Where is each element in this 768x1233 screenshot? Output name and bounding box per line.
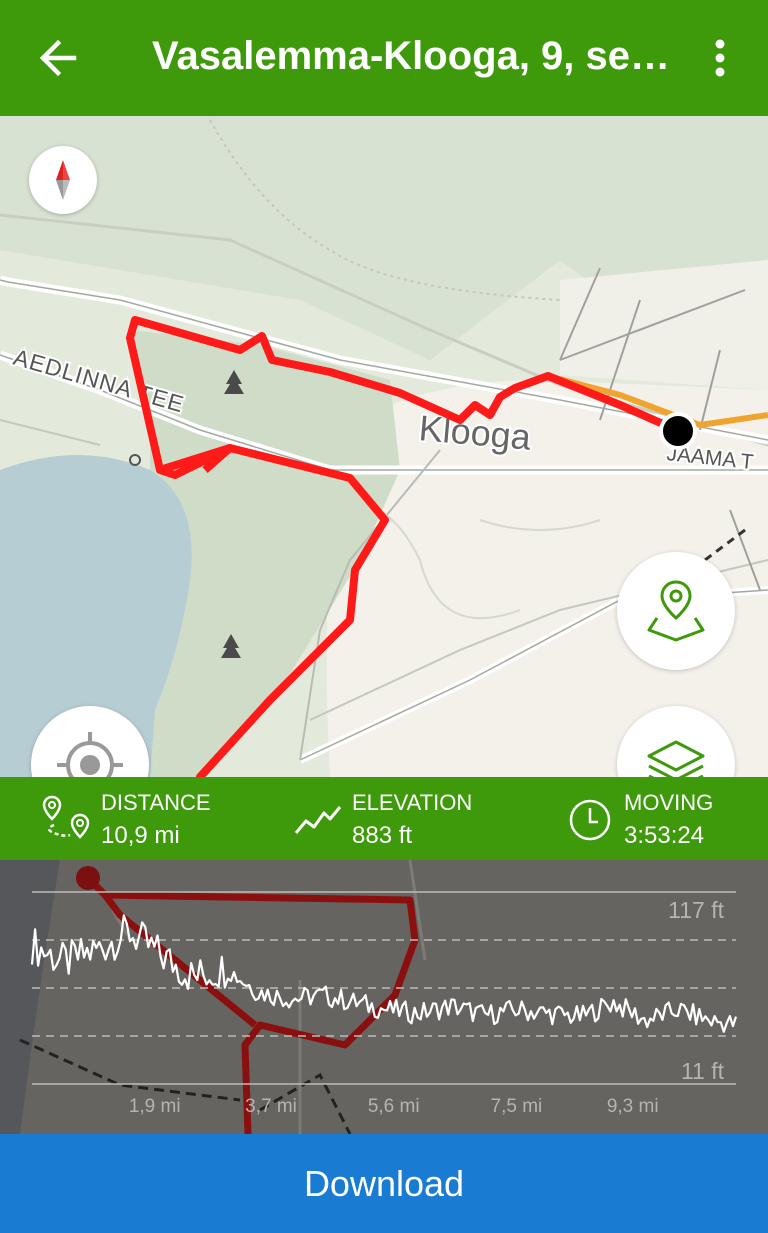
distance-value: 10,9 mi [101,822,180,849]
x-tick-label: 1,9 mi [129,1096,181,1117]
download-button[interactable]: Download [0,1134,768,1233]
crosshair-icon [57,732,123,777]
layers-button[interactable] [617,706,735,777]
x-tick-label: 3,7 mi [245,1096,297,1117]
back-button[interactable] [30,30,86,86]
stat-moving: MOVING 3:53:24 [568,777,768,860]
moving-value: 3:53:24 [624,822,705,849]
elevation-label: ELEVATION [352,790,473,815]
elevation-profile[interactable]: 117 ft 11 ft 1,9 mi 3,7 mi 5,6 mi 7,5 mi 9,3… [0,860,768,1134]
x-tick-label: 7,5 mi [491,1096,543,1117]
elevation-value: 883 ft [352,822,413,849]
arrow-left-icon [39,39,77,77]
map-pin-area-icon [647,580,705,642]
y-min-label: 11 ft [681,1058,725,1084]
x-tick-label: 5,6 mi [368,1096,420,1117]
map-canvas: AEDLINNA TEE Klooga JAAMA T [0,116,768,777]
route-distance-icon [42,795,90,839]
layers-icon [647,740,705,777]
compass-button[interactable] [29,146,97,214]
more-options-button[interactable] [700,30,740,86]
more-vertical-icon [715,39,725,77]
elevation-chart: 117 ft 11 ft 1,9 mi 3,7 mi 5,6 mi 7,5 mi 9,3… [0,860,768,1134]
map-view[interactable]: AEDLINNA TEE Klooga JAAMA T [0,116,768,777]
stat-elevation: ELEVATION 883 ft [294,777,534,860]
elevation-icon [294,806,342,834]
distance-label: DISTANCE [101,790,211,815]
page-title: Vasalemma-Klooga, 9, se… [152,34,671,78]
clock-icon [569,799,611,841]
y-max-label: 117 ft [668,897,724,923]
app-bar: Vasalemma-Klooga, 9, se… [0,0,768,116]
x-tick-label: 9,3 mi [607,1096,659,1117]
my-location-button[interactable] [31,706,149,777]
stat-distance: DISTANCE 10,9 mi [40,777,260,860]
track-stats-bar: DISTANCE 10,9 mi ELEVATION 883 ft MOVING… [0,777,768,860]
map-controls-bottom [0,690,768,777]
add-waypoint-button[interactable] [617,552,735,670]
compass-icon [56,160,70,200]
moving-label: MOVING [624,790,714,815]
